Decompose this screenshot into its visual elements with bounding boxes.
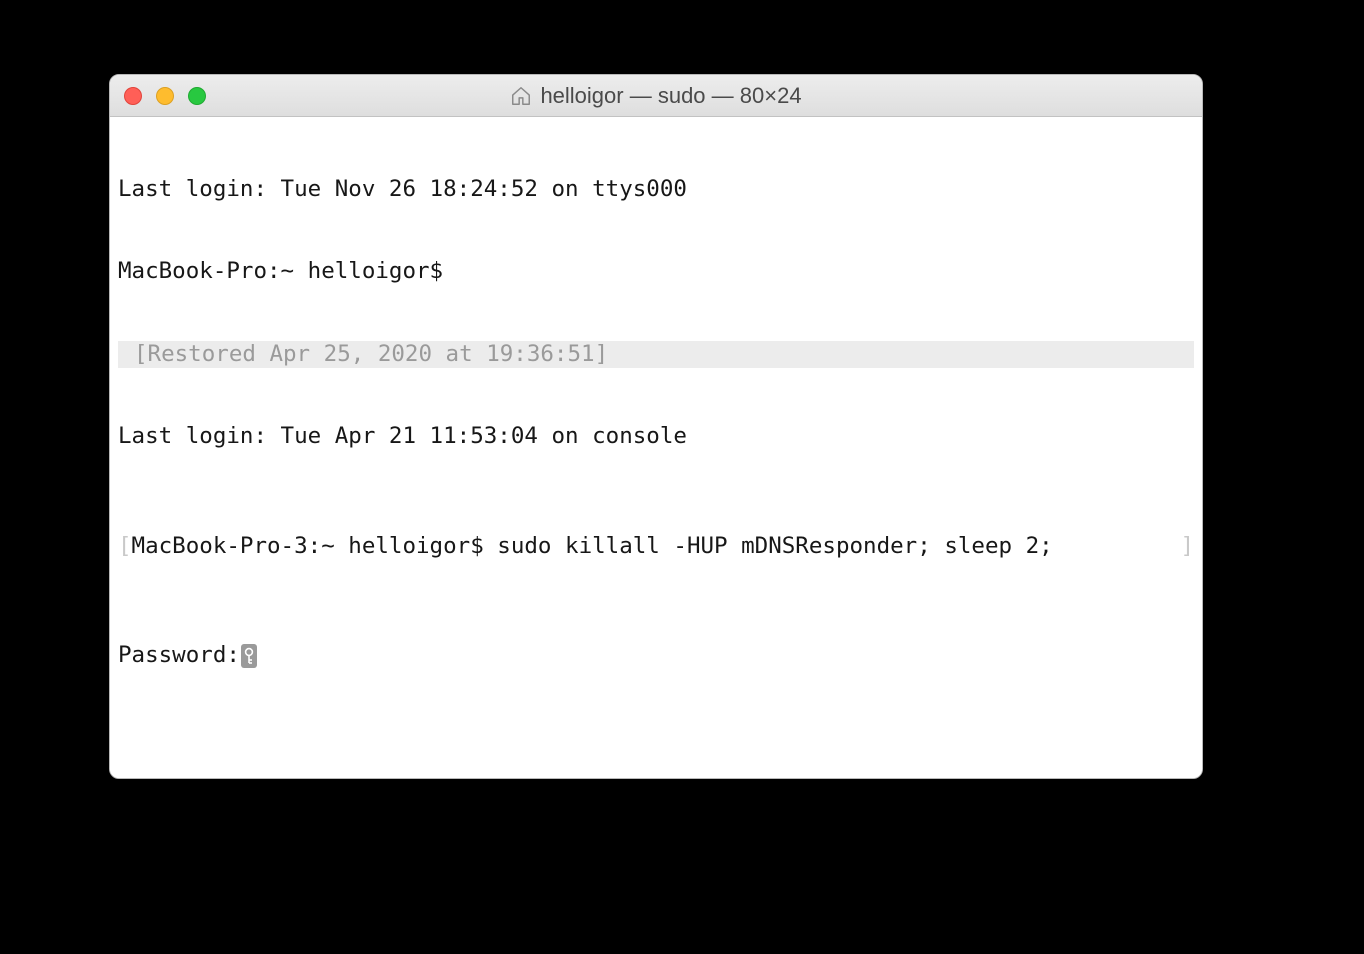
terminal-command: sudo killall -HUP mDNSResponder; sleep 2… (497, 533, 1052, 559)
key-icon (241, 644, 257, 668)
terminal-line: MacBook-Pro:~ helloigor$ (118, 258, 1194, 285)
zoom-button[interactable] (188, 87, 206, 105)
window-title: helloigor — sudo — 80×24 (540, 83, 801, 109)
restored-session-line: [Restored Apr 25, 2020 at 19:36:51] (118, 341, 1194, 368)
terminal-body[interactable]: Last login: Tue Nov 26 18:24:52 on ttys0… (110, 117, 1202, 778)
window-title-wrap: helloigor — sudo — 80×24 (110, 83, 1202, 109)
terminal-line: Last login: Tue Apr 21 11:53:04 on conso… (118, 423, 1194, 450)
password-prompt-line: Password: (118, 642, 1194, 669)
bracket-close: ] (1180, 533, 1194, 560)
traffic-lights (124, 87, 206, 105)
terminal-prompt: MacBook-Pro-3:~ helloigor$ (132, 533, 498, 559)
terminal-window: helloigor — sudo — 80×24 Last login: Tue… (109, 74, 1203, 779)
terminal-command-line: [MacBook-Pro-3:~ helloigor$ sudo killall… (118, 533, 1194, 560)
password-label: Password: (118, 642, 240, 669)
minimize-button[interactable] (156, 87, 174, 105)
terminal-line: Last login: Tue Nov 26 18:24:52 on ttys0… (118, 176, 1194, 203)
close-button[interactable] (124, 87, 142, 105)
bracket-open: [ (118, 533, 132, 559)
home-icon (510, 85, 532, 107)
window-titlebar[interactable]: helloigor — sudo — 80×24 (110, 75, 1202, 117)
